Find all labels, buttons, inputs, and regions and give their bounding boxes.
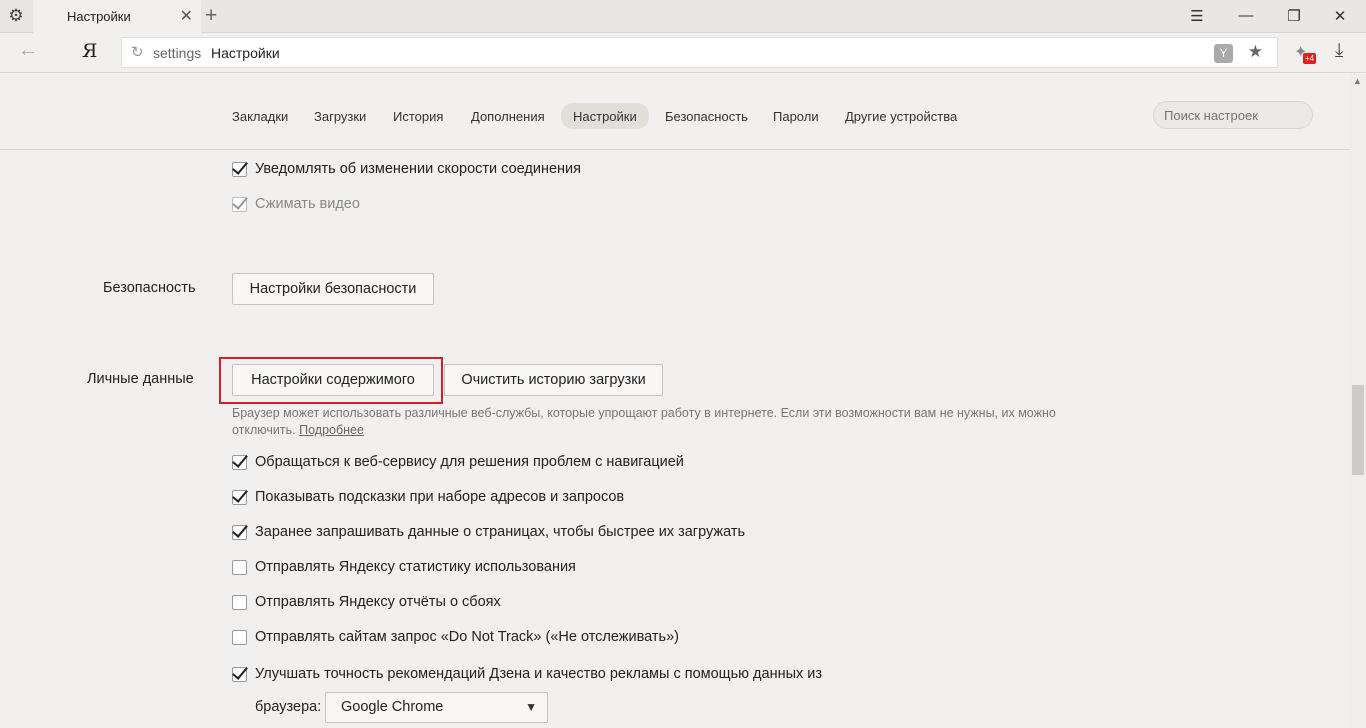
address-bar[interactable]: ↻ settings Настройки Y ★ [121, 37, 1278, 68]
navigation-bar: ← Я ↻ settings Настройки Y ★ ✦ +4 ⤓ [0, 33, 1366, 73]
new-tab-button[interactable]: + [205, 4, 217, 28]
personal-data-section-label: Личные данные [87, 371, 194, 387]
checkbox[interactable] [232, 455, 247, 470]
browser-source-select[interactable]: Google Chrome ▼ [325, 692, 548, 723]
url-title: Настройки [211, 45, 280, 61]
nav-settings[interactable]: Настройки [561, 103, 649, 129]
checkbox[interactable] [232, 525, 247, 540]
gear-icon[interactable]: ⚙ [6, 6, 26, 26]
download-icon[interactable]: ⤓ [1335, 40, 1343, 62]
checkbox[interactable] [232, 162, 247, 177]
scroll-up-icon[interactable]: ▲ [1353, 76, 1362, 86]
yandex-logo[interactable]: Я [82, 40, 97, 62]
chevron-down-icon: ▼ [525, 700, 537, 714]
scrollbar[interactable]: ▲ [1350, 74, 1366, 728]
star-icon[interactable]: ★ [1248, 42, 1263, 62]
checkbox-label: Отправлять Яндексу статистику использова… [255, 559, 576, 575]
checkbox[interactable] [232, 630, 247, 645]
security-settings-button[interactable]: Настройки безопасности [232, 273, 434, 305]
security-section-label: Безопасность [103, 280, 196, 296]
nav-downloads[interactable]: Загрузки [314, 106, 366, 127]
scrollbar-thumb[interactable] [1352, 385, 1364, 475]
tab-title: Настройки [67, 9, 131, 24]
content-settings-button[interactable]: Настройки содержимого [232, 364, 434, 396]
back-arrow-icon[interactable]: ← [18, 39, 38, 62]
checkbox[interactable] [232, 667, 247, 682]
checkbox-label: Улучшать точность рекомендаций Дзена и к… [255, 666, 823, 682]
checkbox-label: Сжимать видео [255, 196, 360, 212]
notifications-badge: +4 [1303, 53, 1317, 64]
nav-passwords[interactable]: Пароли [773, 106, 819, 127]
menu-icon[interactable]: ☰ [1187, 7, 1207, 25]
checkbox[interactable] [232, 560, 247, 575]
browser-source-label: браузера: [255, 699, 322, 715]
minimize-icon[interactable]: — [1236, 7, 1256, 24]
checkbox-label: Отправлять Яндексу отчёты о сбоях [255, 594, 501, 610]
window-close-icon[interactable]: ✕ [1330, 7, 1350, 25]
checkbox-label: Обращаться к веб-сервису для решения про… [255, 454, 684, 470]
nav-bookmarks[interactable]: Закладки [232, 106, 288, 127]
reload-icon[interactable]: ↻ [131, 43, 144, 61]
nav-history[interactable]: История [393, 106, 443, 127]
personal-data-description: Браузер может использовать различные веб… [232, 405, 1112, 439]
checkbox[interactable] [232, 490, 247, 505]
checkbox[interactable] [232, 595, 247, 610]
checkbox [232, 197, 247, 212]
settings-nav: Закладки Загрузки История Дополнения Нас… [0, 74, 1350, 150]
nav-extensions[interactable]: Дополнения [471, 106, 545, 127]
clear-download-history-button[interactable]: Очистить историю загрузки [444, 364, 663, 396]
title-bar: ⚙ Настройки ✕ + ☰ — ❐ ✕ [0, 0, 1366, 33]
select-value: Google Chrome [341, 699, 444, 715]
close-icon[interactable]: ✕ [180, 6, 193, 26]
more-link[interactable]: Подробнее [299, 423, 364, 437]
protect-icon[interactable]: Y [1214, 44, 1233, 63]
restore-icon[interactable]: ❐ [1284, 7, 1304, 25]
checkbox-label: Отправлять сайтам запрос «Do Not Track» … [255, 629, 679, 645]
settings-search-input[interactable] [1153, 101, 1313, 129]
tab-settings[interactable]: Настройки ✕ [33, 0, 201, 33]
checkbox-label: Заранее запрашивать данные о страницах, … [255, 524, 746, 540]
checkbox-label: Уведомлять об изменении скорости соедине… [255, 161, 581, 177]
nav-other-devices[interactable]: Другие устройства [845, 106, 957, 127]
checkbox-label: Показывать подсказки при наборе адресов … [255, 489, 625, 505]
url-prefix: settings [153, 45, 202, 61]
nav-security[interactable]: Безопасность [665, 106, 748, 127]
